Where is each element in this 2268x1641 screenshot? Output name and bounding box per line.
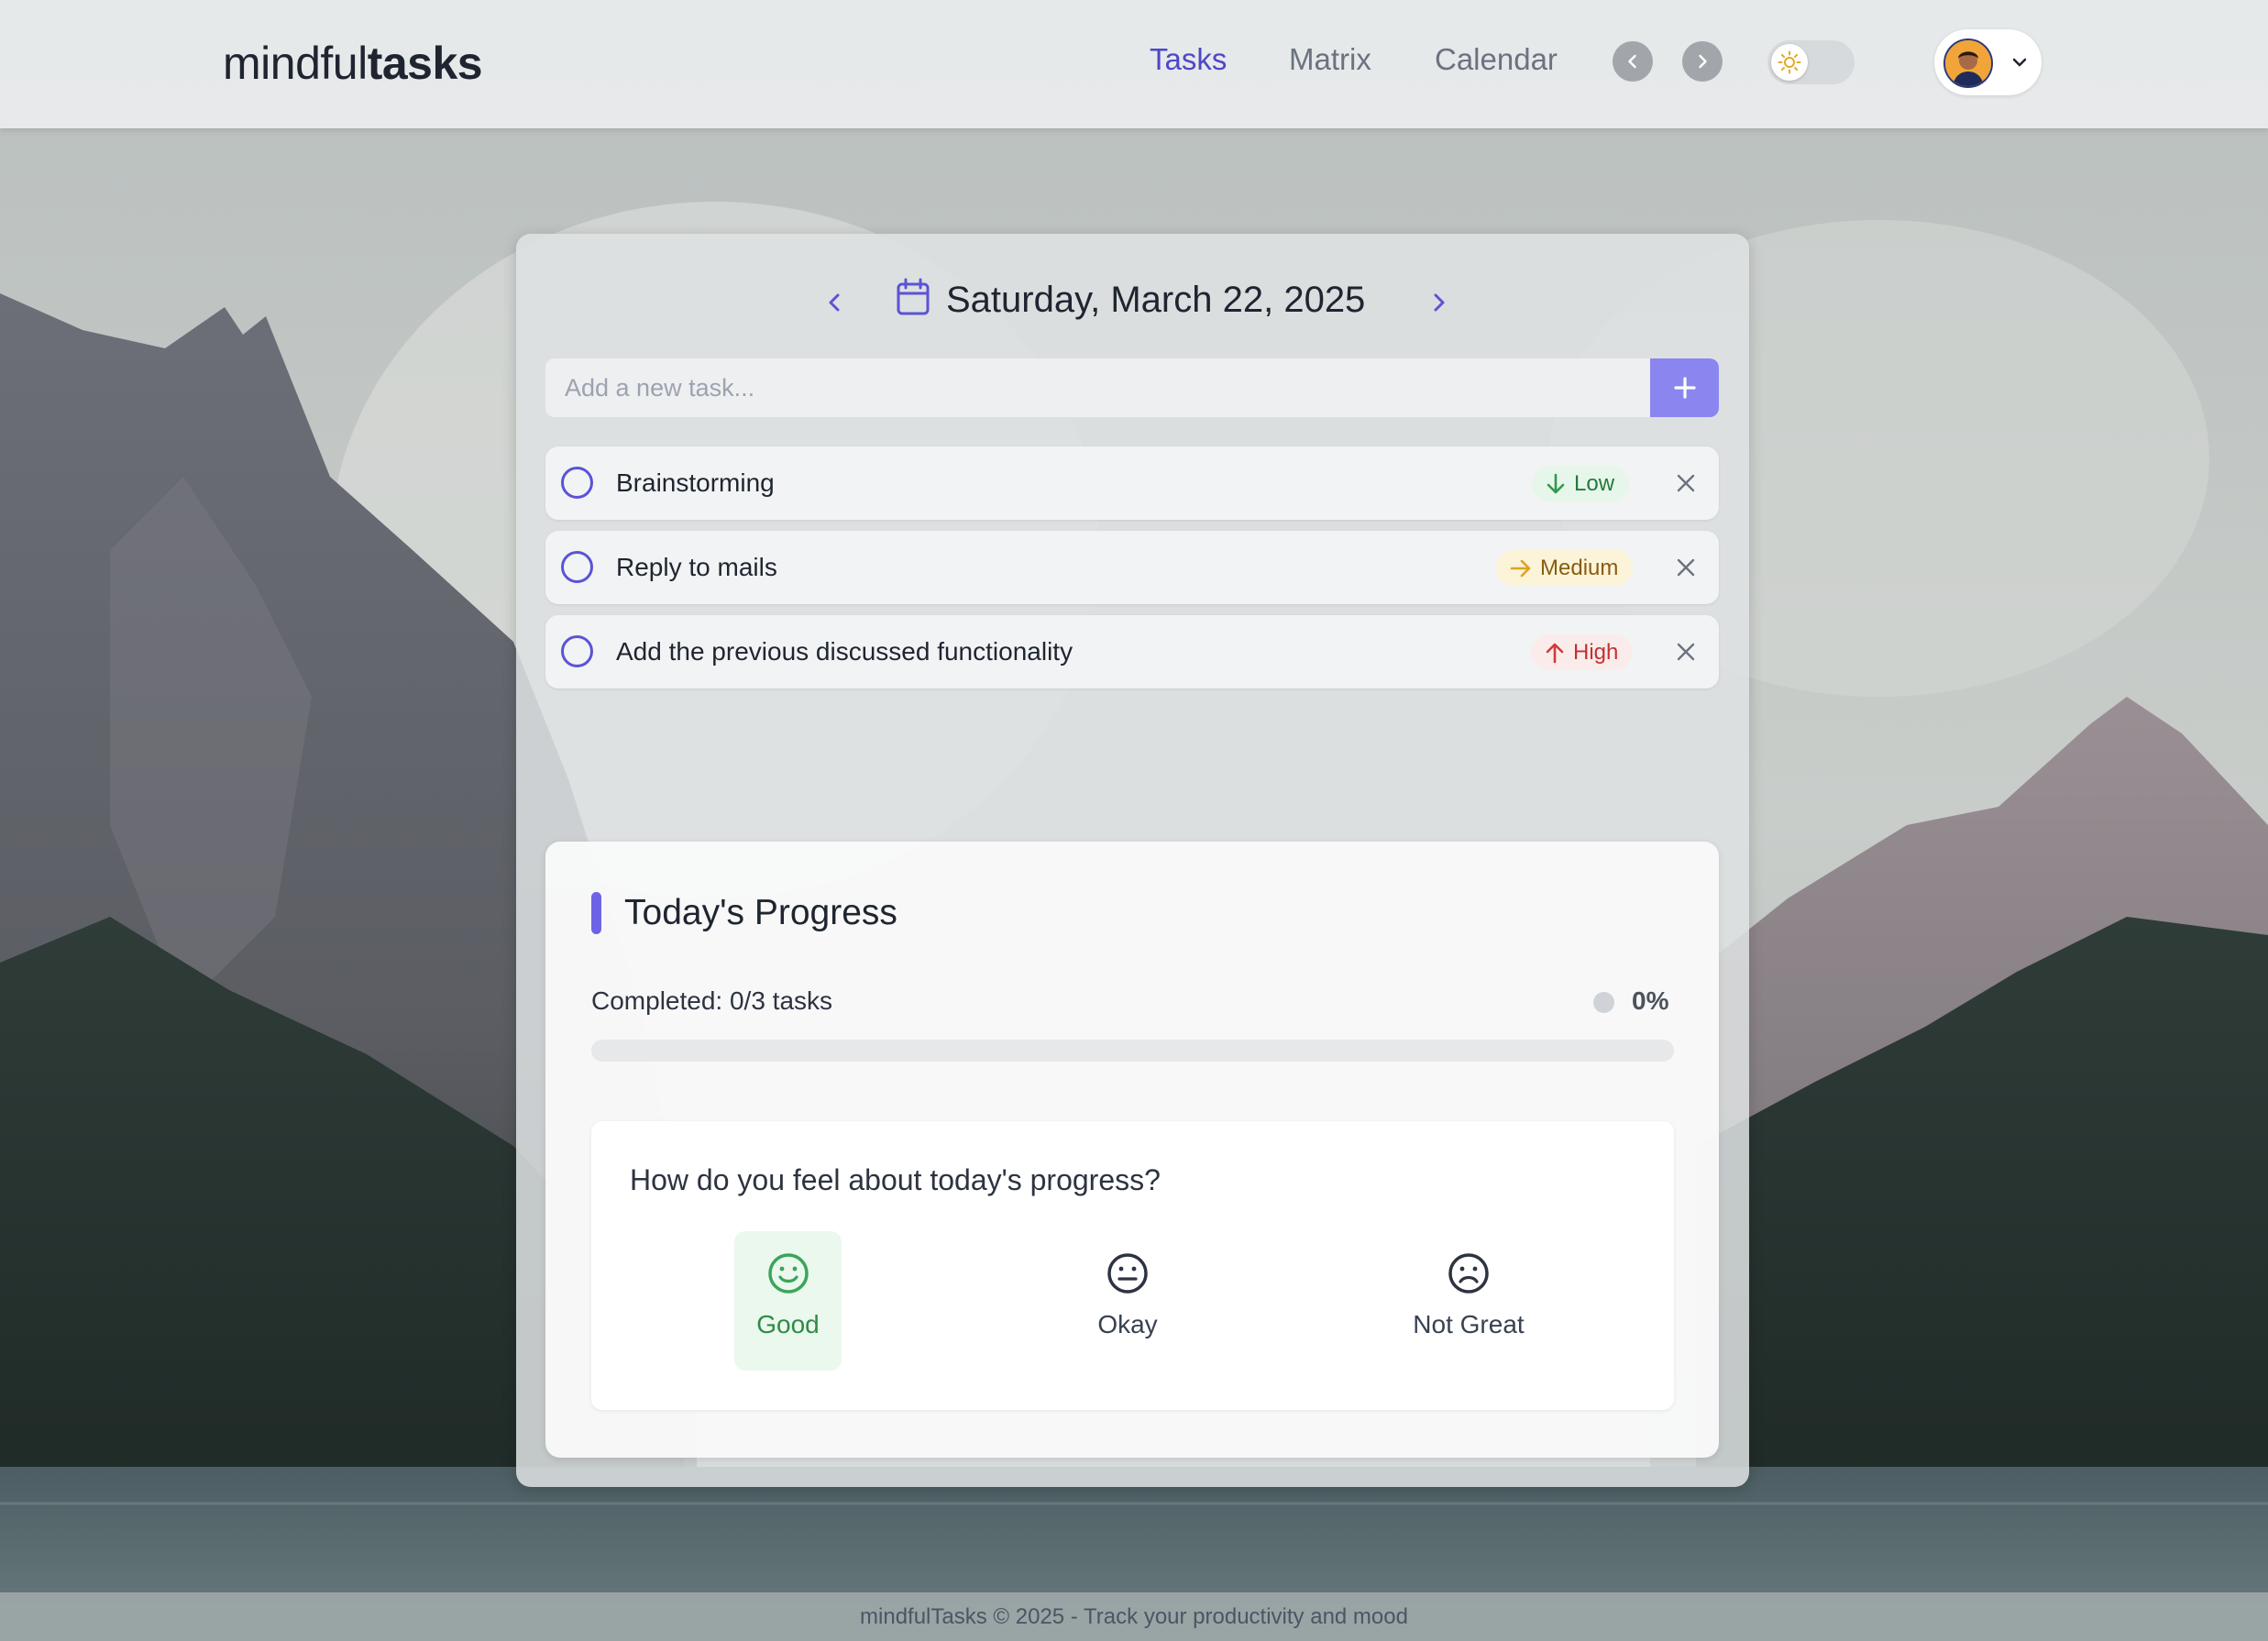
task-title: Brainstorming xyxy=(616,468,775,497)
frown-icon xyxy=(1448,1253,1489,1294)
progress-status-dot xyxy=(1593,992,1614,1013)
mood-selector: How do you feel about today's progress? … xyxy=(591,1121,1674,1410)
mood-label: Okay xyxy=(1097,1310,1158,1338)
close-icon xyxy=(1677,474,1695,492)
footer: mindfulTasks © 2025 - Track your product… xyxy=(0,1592,2268,1641)
previous-day-button[interactable] xyxy=(819,287,850,323)
arrow-up-icon xyxy=(1546,643,1564,663)
progress-percent: 0% xyxy=(1632,986,1669,1015)
app-logo[interactable]: mindfultasks xyxy=(223,37,483,90)
close-icon xyxy=(1677,558,1695,577)
mood-option-okay[interactable]: Okay xyxy=(1059,1231,1196,1371)
next-day-button[interactable] xyxy=(1424,287,1455,323)
mood-option-good[interactable]: Good xyxy=(734,1231,842,1371)
daily-tasks-card: Saturday, March 22, 2025 Brainstorming L… xyxy=(516,234,1749,1487)
mood-option-not-great[interactable]: Not Great xyxy=(1377,1231,1560,1371)
task-complete-checkbox[interactable] xyxy=(561,551,593,583)
history-forward-button[interactable] xyxy=(1682,41,1723,82)
priority-label: High xyxy=(1573,639,1619,665)
top-navbar: mindfultasks Tasks Matrix Calendar xyxy=(0,0,2268,128)
chevron-right-icon xyxy=(1434,293,1445,312)
section-accent-bar xyxy=(591,892,601,934)
priority-badge-high[interactable]: High xyxy=(1531,634,1634,670)
task-item: Add the previous discussed functionality… xyxy=(545,615,1719,688)
priority-badge-medium[interactable]: Medium xyxy=(1496,550,1634,586)
task-complete-checkbox[interactable] xyxy=(561,467,593,499)
history-back-button[interactable] xyxy=(1613,41,1653,82)
chevron-left-icon xyxy=(1628,54,1636,69)
todays-progress-card: Today's Progress Completed: 0/3 tasks 0%… xyxy=(545,842,1719,1458)
priority-label: Medium xyxy=(1540,555,1619,580)
progress-title: Today's Progress xyxy=(624,893,897,932)
priority-badge-low[interactable]: Low xyxy=(1532,466,1630,501)
logo-light-text: mindful xyxy=(223,38,368,89)
avatar xyxy=(1943,39,1993,88)
chevron-left-icon xyxy=(829,293,840,312)
nav-tasks[interactable]: Tasks xyxy=(1150,42,1227,77)
task-complete-checkbox[interactable] xyxy=(561,635,593,667)
theme-toggle[interactable] xyxy=(1767,40,1855,84)
mood-label: Good xyxy=(756,1310,820,1338)
mood-label: Not Great xyxy=(1413,1310,1525,1338)
delete-task-button[interactable] xyxy=(1675,472,1697,499)
smile-icon xyxy=(767,1253,809,1294)
current-date: Saturday, March 22, 2025 xyxy=(946,280,1366,320)
close-icon xyxy=(1677,643,1695,661)
chevron-down-icon xyxy=(2012,58,2027,67)
nav-calendar[interactable]: Calendar xyxy=(1435,42,1558,77)
mood-question: How do you feel about today's progress? xyxy=(630,1163,1161,1196)
theme-toggle-knob xyxy=(1771,44,1808,81)
delete-task-button[interactable] xyxy=(1675,641,1697,667)
delete-task-button[interactable] xyxy=(1675,556,1697,583)
sun-icon xyxy=(1778,50,1801,74)
progress-bar xyxy=(591,1040,1674,1062)
date-navigator: Saturday, March 22, 2025 xyxy=(516,270,1749,335)
new-task-input[interactable] xyxy=(545,358,1650,417)
nav-matrix[interactable]: Matrix xyxy=(1289,42,1371,77)
task-item: Reply to mails Medium xyxy=(545,531,1719,604)
task-item: Brainstorming Low xyxy=(545,446,1719,520)
user-menu-button[interactable] xyxy=(1934,29,2042,95)
arrow-down-icon xyxy=(1547,473,1565,493)
task-title: Add the previous discussed functionality xyxy=(616,637,1073,666)
logo-bold-text: tasks xyxy=(367,38,483,89)
task-title: Reply to mails xyxy=(616,553,777,581)
neutral-face-icon xyxy=(1107,1253,1148,1294)
chevron-right-icon xyxy=(1699,54,1707,69)
plus-icon xyxy=(1673,377,1696,399)
calendar-icon xyxy=(897,278,930,315)
completed-count: Completed: 0/3 tasks xyxy=(591,986,833,1015)
add-task-button[interactable] xyxy=(1650,358,1719,417)
add-task-form xyxy=(545,358,1719,417)
arrow-right-icon xyxy=(1510,559,1531,577)
priority-label: Low xyxy=(1574,470,1615,496)
